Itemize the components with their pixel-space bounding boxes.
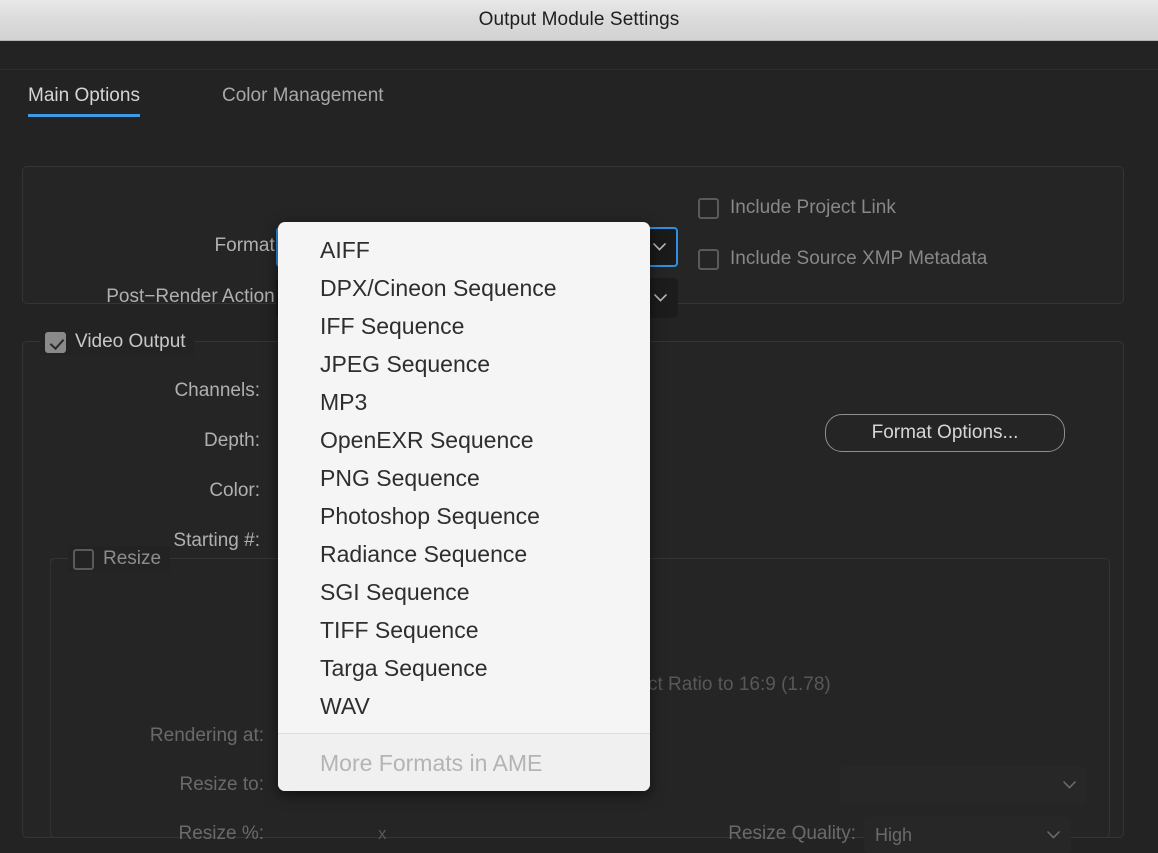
resize-panel-edge — [50, 558, 51, 838]
channels-label: Channels: — [20, 380, 260, 402]
dropdown-option[interactable]: IFF Sequence — [278, 307, 650, 345]
include-project-link-checkbox[interactable] — [698, 198, 719, 219]
color-label: Color: — [20, 480, 260, 502]
resize-group-header[interactable]: Resize — [68, 546, 170, 572]
resize-to-label: Resize to: — [20, 774, 264, 796]
tab-color-management[interactable]: Color Management — [222, 85, 384, 117]
dropdown-option[interactable]: SGI Sequence — [278, 573, 650, 611]
format-options-button[interactable]: Format Options... — [825, 414, 1065, 452]
resize-quality-value: High — [875, 825, 912, 846]
chevron-down-icon — [1063, 781, 1076, 789]
include-project-link-label: Include Project Link — [730, 197, 896, 219]
include-xmp-row[interactable]: Include Source XMP Metadata — [698, 248, 987, 270]
resize-quality-dropdown[interactable]: High — [864, 817, 1071, 853]
resize-multiply-symbol: x — [378, 824, 387, 844]
dropdown-more-formats-item[interactable]: More Formats in AME — [278, 734, 650, 791]
format-dropdown-list: AIFF DPX/Cineon Sequence IFF Sequence JP… — [278, 222, 650, 725]
tab-main-options[interactable]: Main Options — [28, 85, 140, 117]
dropdown-option[interactable]: Photoshop Sequence — [278, 497, 650, 535]
dropdown-option[interactable]: Targa Sequence — [278, 649, 650, 687]
dropdown-option[interactable]: MP3 — [278, 383, 650, 421]
window-title: Output Module Settings — [479, 9, 680, 31]
resize-checkbox[interactable] — [73, 549, 94, 570]
resize-label: Resize — [103, 548, 161, 570]
format-label: Format: — [60, 235, 280, 257]
dropdown-option[interactable]: AIFF — [278, 231, 650, 269]
dropdown-option[interactable]: OpenEXR Sequence — [278, 421, 650, 459]
include-xmp-label: Include Source XMP Metadata — [730, 248, 987, 270]
rendering-at-label: Rendering at: — [20, 725, 264, 747]
dropdown-option[interactable]: WAV — [278, 687, 650, 725]
include-xmp-checkbox[interactable] — [698, 249, 719, 270]
dropdown-option[interactable]: Radiance Sequence — [278, 535, 650, 573]
chevron-down-icon — [654, 294, 667, 302]
dropdown-option[interactable]: JPEG Sequence — [278, 345, 650, 383]
dropdown-option[interactable]: DPX/Cineon Sequence — [278, 269, 650, 307]
video-output-checkbox[interactable] — [45, 332, 66, 353]
chevron-down-icon — [653, 243, 666, 251]
video-output-group-header[interactable]: Video Output — [40, 329, 195, 355]
video-output-label: Video Output — [75, 331, 186, 353]
include-project-link-row[interactable]: Include Project Link — [698, 197, 896, 219]
dropdown-option[interactable]: TIFF Sequence — [278, 611, 650, 649]
window-titlebar: Output Module Settings — [0, 0, 1158, 41]
lock-aspect-ratio-hint: ct Ratio to 16:9 (1.78) — [648, 674, 831, 696]
resize-percent-label: Resize %: — [20, 823, 264, 845]
post-render-action-label: Post−Render Action: — [10, 286, 280, 308]
dropdown-option[interactable]: PNG Sequence — [278, 459, 650, 497]
resize-to-dropdown[interactable] — [840, 766, 1087, 804]
tab-bar: Main Options Color Management — [0, 69, 1158, 119]
depth-label: Depth: — [20, 430, 260, 452]
format-dropdown-popup[interactable]: AIFF DPX/Cineon Sequence IFF Sequence JP… — [278, 222, 650, 791]
resize-quality-label: Resize Quality: — [600, 823, 856, 845]
